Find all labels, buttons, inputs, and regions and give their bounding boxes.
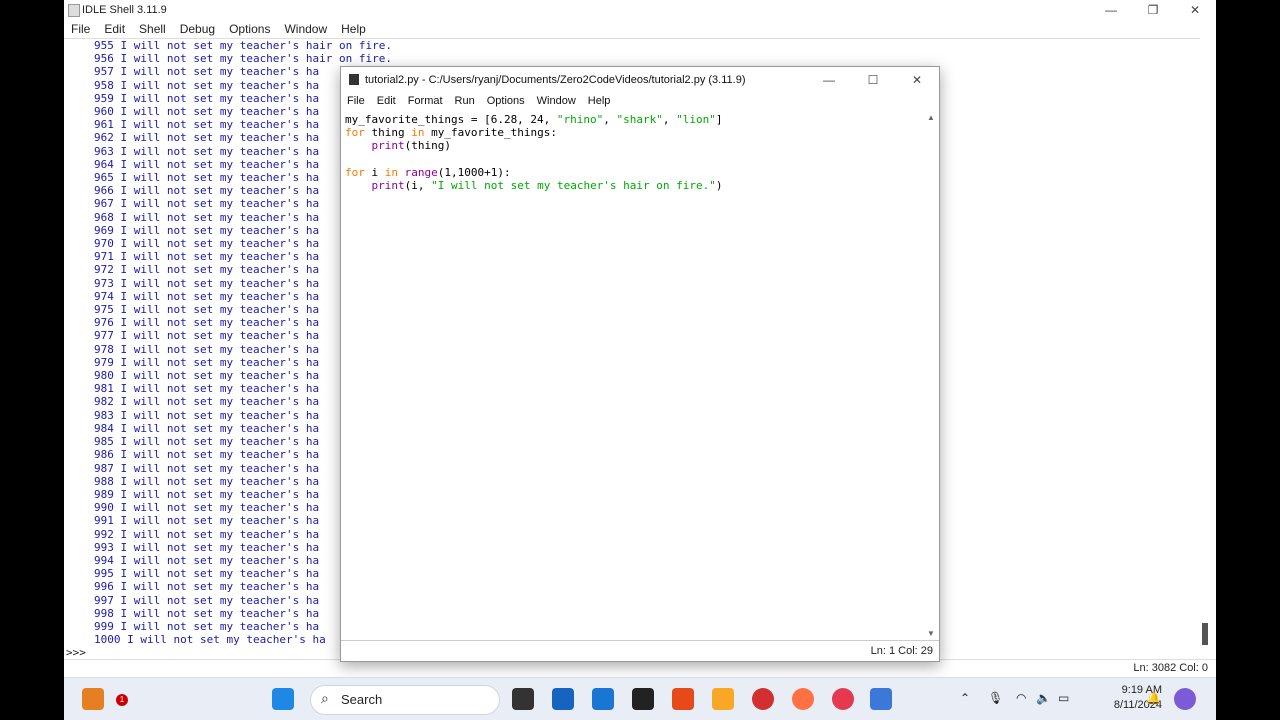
code-text: , <box>603 113 617 126</box>
code-text: my_favorite_things: <box>424 126 557 140</box>
scroll-up-icon[interactable]: ▲ <box>927 113 935 122</box>
editor-menu-edit[interactable]: Edit <box>371 95 402 107</box>
microsoft-store-icon[interactable] <box>552 688 574 710</box>
code-keyword: for <box>345 126 365 140</box>
shell-menu-window[interactable]: Window <box>277 22 334 38</box>
code-line-2: for thing in my_favorite_things: <box>345 126 557 139</box>
editor-status-position: Ln: 1 Col: 29 <box>870 645 933 657</box>
start-icon[interactable] <box>272 688 294 710</box>
shell-menu-file[interactable]: File <box>64 22 97 38</box>
scroll-down-icon[interactable]: ▼ <box>927 629 935 638</box>
taskbar-search-box[interactable]: ⌕ Search <box>310 685 500 715</box>
notification-bell-icon[interactable]: 🔔 <box>1146 691 1161 705</box>
code-builtin: range <box>404 165 438 179</box>
chevron-up-icon[interactable]: ⌃ <box>960 691 970 705</box>
shell-status-position: Ln: 3082 Col: 0 <box>1133 662 1208 674</box>
file-explorer-icon[interactable] <box>512 688 534 710</box>
code-line-1: my_favorite_things = [6.28, 24, "rhino",… <box>345 113 723 126</box>
minimize-icon[interactable]: — <box>1090 0 1132 20</box>
wifi-icon[interactable]: ◠ <box>1016 691 1026 705</box>
opera-icon[interactable] <box>752 688 774 710</box>
microphone-icon[interactable]: 🎙 <box>988 691 1003 705</box>
code-keyword: in <box>384 165 398 179</box>
copilot-icon[interactable] <box>1174 688 1196 710</box>
editor-menu-format[interactable]: Format <box>402 95 449 107</box>
editor-menu-options[interactable]: Options <box>481 95 531 107</box>
idle-app-icon <box>68 4 80 17</box>
restore-icon[interactable]: ❐ <box>1132 0 1174 20</box>
editor-status-divider <box>341 640 939 641</box>
code-text: (thing) <box>404 139 451 153</box>
brave-icon[interactable] <box>672 688 694 710</box>
editor-menu-file[interactable]: File <box>341 95 371 107</box>
shell-menu-edit[interactable]: Edit <box>97 22 132 38</box>
search-icon: ⌕ <box>321 690 329 706</box>
shell-title-bar: IDLE Shell 3.11.9 — ❐ ✕ <box>64 0 1216 20</box>
code-editor-text[interactable]: my_favorite_things = [6.28, 24, "rhino",… <box>345 113 723 192</box>
shell-menu-debug[interactable]: Debug <box>173 22 222 38</box>
code-builtin: print <box>371 139 405 153</box>
code-keyword: for <box>345 165 365 179</box>
editor-menu-help[interactable]: Help <box>582 95 617 107</box>
shell-menu-options[interactable]: Options <box>222 22 277 38</box>
editor-title-bar[interactable]: tutorial2.py - C:/Users/ryanj/Documents/… <box>341 67 939 93</box>
code-text: i <box>364 165 385 179</box>
shell-menu-help[interactable]: Help <box>334 22 373 38</box>
editor-window: tutorial2.py - C:/Users/ryanj/Documents/… <box>340 66 940 662</box>
shell-prompt[interactable]: >>> <box>66 646 86 659</box>
taskbar: 1 ⌕ Search ⌃ 🎙 ◠ 🔈 ▭ 9:19 AM 8/11/2024 🔔 <box>64 677 1216 720</box>
editor-menu-bar: File Edit Format Run Options Window Help <box>341 95 616 107</box>
code-line-5: for i in range(1,1000+1): <box>345 166 511 179</box>
shell-menu-bar: File Edit Shell Debug Options Window Hel… <box>64 22 373 38</box>
code-text: ) <box>715 179 723 193</box>
code-text: (i, <box>404 179 432 193</box>
code-line-6: print(i, "I will not set my teacher's ha… <box>345 179 723 192</box>
editor-window-title: tutorial2.py - C:/Users/ryanj/Documents/… <box>365 74 746 86</box>
shell-output-line: 956 I will not set my teacher's hair on … <box>94 52 393 66</box>
close-icon[interactable]: ✕ <box>1174 0 1216 20</box>
code-text: my_favorite_things = [6.28, 24, <box>345 113 557 126</box>
shell-scroll-thumb[interactable] <box>1202 623 1208 645</box>
search-label: Search <box>341 692 383 707</box>
code-string: "shark" <box>616 113 663 126</box>
shell-menu-shell[interactable]: Shell <box>132 22 173 38</box>
desktop-screen: IDLE Shell 3.11.9 — ❐ ✕ File Edit Shell … <box>64 0 1216 720</box>
python-file-icon <box>349 74 359 85</box>
code-keyword: in <box>411 126 425 140</box>
editor-scrollbar[interactable]: ▲ ▼ <box>927 113 937 638</box>
code-text: (1,1000+1): <box>437 165 511 179</box>
editor-minimize-icon[interactable]: — <box>807 67 851 87</box>
code-text: thing <box>364 126 412 140</box>
code-builtin: print <box>371 179 405 193</box>
shell-scrollbar[interactable] <box>1202 40 1210 645</box>
notification-app-icon[interactable]: 1 <box>82 688 128 710</box>
shell-window-title: IDLE Shell 3.11.9 <box>82 4 167 16</box>
notification-badge: 1 <box>116 694 128 706</box>
screen-recorder-icon[interactable] <box>832 688 854 710</box>
vscode-icon[interactable] <box>592 688 614 710</box>
volume-icon[interactable]: 🔈 <box>1036 691 1051 705</box>
terminal-icon[interactable] <box>632 688 654 710</box>
firefox-icon[interactable] <box>792 688 814 710</box>
code-string: "I will not set my teacher's hair on fir… <box>431 179 716 193</box>
code-string: "rhino" <box>556 113 604 126</box>
battery-icon[interactable]: ▭ <box>1058 691 1069 705</box>
code-text: ] <box>715 113 723 126</box>
editor-close-icon[interactable]: ✕ <box>895 67 939 87</box>
code-line-3: print(thing) <box>345 139 451 152</box>
code-string: "lion" <box>676 113 716 126</box>
python-idle-icon[interactable] <box>870 688 892 710</box>
editor-menu-run[interactable]: Run <box>449 95 481 107</box>
folder-icon[interactable] <box>712 688 734 710</box>
editor-menu-window[interactable]: Window <box>531 95 582 107</box>
code-text: , <box>662 113 677 126</box>
editor-maximize-icon[interactable]: ☐ <box>851 67 895 87</box>
shell-output-line: 955 I will not set my teacher's hair on … <box>94 39 393 52</box>
